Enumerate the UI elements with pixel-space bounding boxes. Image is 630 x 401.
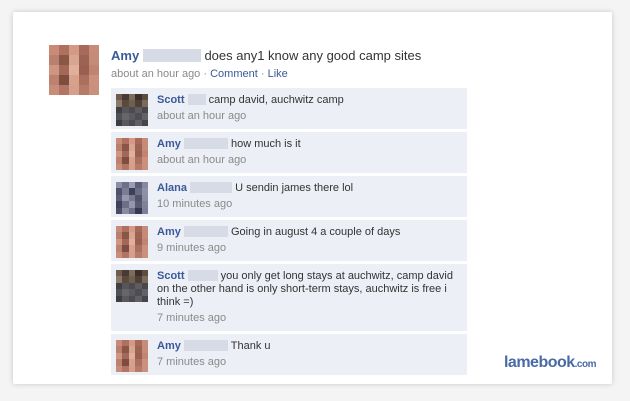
comment-timestamp: 7 minutes ago — [157, 312, 227, 324]
comment-text: Thank u — [230, 340, 271, 352]
avatar-pixel — [69, 85, 79, 95]
comment-item: Scott camp david, auchwitz camp about an… — [111, 88, 467, 130]
avatar-pixel — [79, 45, 89, 55]
avatar-pixel — [59, 55, 69, 65]
avatar-pixel — [141, 207, 148, 214]
avatar-pixel — [89, 45, 99, 55]
comment-text: U sendin james there lol — [235, 182, 354, 194]
avatar-pixel — [69, 45, 79, 55]
avatar-pixel — [49, 45, 59, 55]
avatar-pixel — [59, 45, 69, 55]
censored-surname — [190, 182, 233, 193]
comment-avatar[interactable] — [116, 94, 148, 126]
comment-timestamp: about an hour ago — [157, 154, 247, 166]
watermark-brand: lamebook — [503, 354, 575, 371]
meta-separator: · — [203, 68, 208, 80]
avatar-pixel — [59, 75, 69, 85]
censored-surname — [183, 226, 228, 237]
comment-avatar[interactable] — [116, 340, 148, 372]
comment-item: Amy Thank u 7 minutes ago — [111, 334, 467, 376]
comment-text-line: Amy Thank u — [157, 340, 461, 353]
comment-text-line: Amy how much is it — [157, 138, 461, 151]
like-link[interactable]: Like — [268, 68, 288, 80]
post-card: Amy does any1 know any good camp sites a… — [13, 12, 612, 384]
post-author-avatar[interactable] — [49, 45, 99, 95]
comment-item: Amy how much is it about an hour ago — [111, 132, 467, 174]
comment-timestamp: 10 minutes ago — [157, 198, 233, 210]
comment-avatar[interactable] — [116, 182, 148, 214]
comment-text-line: Amy Going in august 4 a couple of days — [157, 226, 461, 239]
censored-surname — [187, 94, 206, 105]
comment-item: Amy Going in august 4 a couple of days 9… — [111, 220, 467, 262]
comment-author-name[interactable]: Amy — [157, 138, 181, 150]
avatar-pixel — [49, 75, 59, 85]
avatar-pixel — [79, 85, 89, 95]
comments-list: Scott camp david, auchwitz camp about an… — [111, 88, 467, 378]
post-meta: about an hour ago · Comment · Like — [111, 68, 591, 80]
comment-timestamp: 7 minutes ago — [157, 356, 227, 368]
avatar-pixel — [141, 365, 148, 372]
watermark-suffix: .com — [574, 359, 597, 370]
comment-avatar[interactable] — [116, 226, 148, 258]
avatar-pixel — [89, 55, 99, 65]
avatar-pixel — [141, 251, 148, 258]
censored-surname — [183, 340, 228, 351]
comment-text: how much is it — [230, 138, 301, 150]
comment-author-name[interactable]: Amy — [157, 226, 181, 238]
comment-author-name[interactable]: Scott — [157, 94, 185, 106]
post-text: does any1 know any good camp sites — [204, 48, 422, 63]
censored-surname — [187, 270, 218, 281]
avatar-pixel — [89, 65, 99, 75]
comment-text-line: Alana U sendin james there lol — [157, 182, 461, 195]
comment-text: camp david, auchwitz camp — [208, 94, 344, 106]
comment-author-name[interactable]: Amy — [157, 340, 181, 352]
comment-text-line: Scott camp david, auchwitz camp — [157, 94, 461, 107]
avatar-pixel — [69, 75, 79, 85]
avatar-pixel — [79, 75, 89, 85]
avatar-pixel — [49, 55, 59, 65]
avatar-pixel — [69, 65, 79, 75]
comment-text: Going in august 4 a couple of days — [230, 226, 401, 238]
post-timestamp: about an hour ago — [111, 68, 201, 80]
post-author-name[interactable]: Amy — [111, 48, 139, 63]
avatar-pixel — [79, 55, 89, 65]
meta-separator: · — [260, 68, 265, 80]
comment-link[interactable]: Comment — [210, 68, 258, 80]
avatar-pixel — [79, 65, 89, 75]
censored-surname — [183, 138, 228, 149]
avatar-pixel — [141, 119, 148, 126]
comment-item: Alana U sendin james there lol 10 minute… — [111, 176, 467, 218]
avatar-pixel — [141, 163, 148, 170]
comment-text-line: Scott you only get long stays at auchwit… — [157, 270, 461, 309]
censored-surname — [142, 49, 201, 62]
comment-timestamp: about an hour ago — [157, 110, 247, 122]
comment-author-name[interactable]: Alana — [157, 182, 187, 194]
avatar-pixel — [59, 85, 69, 95]
avatar-pixel — [59, 65, 69, 75]
comment-avatar[interactable] — [116, 138, 148, 170]
avatar-pixel — [49, 65, 59, 75]
avatar-pixel — [89, 85, 99, 95]
comment-item: Scott you only get long stays at auchwit… — [111, 264, 467, 332]
avatar-pixel — [49, 85, 59, 95]
post-body: Amy does any1 know any good camp sites a… — [111, 48, 591, 80]
comment-author-name[interactable]: Scott — [157, 270, 185, 282]
avatar-pixel — [141, 295, 148, 302]
avatar-pixel — [69, 55, 79, 65]
comment-avatar[interactable] — [116, 270, 148, 302]
comment-timestamp: 9 minutes ago — [157, 242, 227, 254]
post-line: Amy does any1 know any good camp sites — [111, 48, 591, 63]
lamebook-watermark: lamebook.com — [503, 354, 597, 372]
avatar-pixel — [89, 75, 99, 85]
